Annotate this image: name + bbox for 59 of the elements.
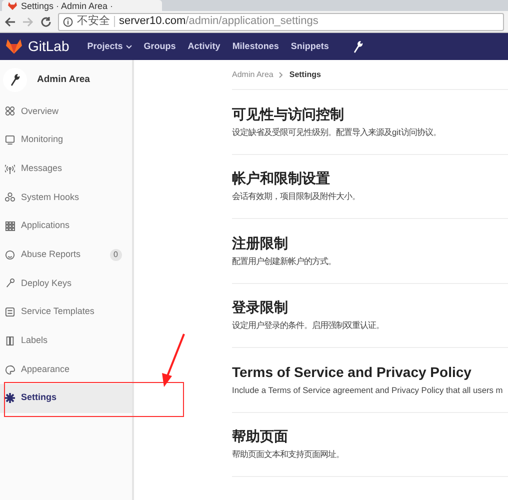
sidebar-item[interactable]: Service Templates <box>0 298 132 326</box>
broadcast-icon <box>5 164 15 174</box>
section-description: Include a Terms of Service agreement and Privacy Policy that all users m <box>232 384 504 396</box>
sidebar-item[interactable]: System Hooks <box>0 183 132 212</box>
brand-name[interactable]: GitLab <box>28 36 70 57</box>
fox-logo-icon <box>6 39 22 54</box>
grid-icon <box>5 106 15 116</box>
chevron-icon <box>279 72 284 78</box>
sidebar-item[interactable]: Labels <box>0 326 132 356</box>
section-description: 帮助页面文本和支持页面网址。 <box>232 449 345 460</box>
nav-link[interactable]: Milestones <box>232 40 279 54</box>
info-icon <box>63 16 73 26</box>
section-description: 会话有效期，项目限制及附件大小。 <box>232 191 361 202</box>
nav-link[interactable]: Activity <box>188 40 220 54</box>
security-label: 不安全 <box>77 14 110 30</box>
sidebar-item[interactable]: Appearance <box>0 355 132 384</box>
section-title: Terms of Service and Privacy Policy <box>232 364 472 380</box>
monitor-icon <box>5 135 15 146</box>
nav-link[interactable]: Groups <box>144 40 176 54</box>
apps-icon <box>5 221 15 232</box>
section-title: 登录限制 <box>232 299 289 316</box>
section-title: 可见性与访问控制 <box>232 106 345 122</box>
nav-link[interactable]: Projects <box>87 40 132 54</box>
settings-icon <box>5 393 15 404</box>
fox-logo-icon <box>8 2 17 10</box>
section-description: 设定用户登录的条件。启用强制双重认证。 <box>232 320 385 332</box>
breadcrumb-link[interactable]: Settings <box>289 68 321 80</box>
sidebar-item[interactable]: Overview <box>0 97 132 126</box>
back-icon[interactable] <box>4 16 16 28</box>
sidebar-item[interactable]: Settings <box>0 384 132 413</box>
sidebar-item[interactable]: Applications <box>0 212 132 240</box>
section-description: 配置用户创建新帐户的方式。 <box>232 256 337 267</box>
section-title: 注册限制 <box>232 234 289 251</box>
url-text: server10.com/admin/application_settings <box>119 14 318 30</box>
breadcrumb-link[interactable]: Admin Area <box>232 68 274 80</box>
sidebar-title: Admin Area <box>37 72 90 87</box>
count-badge: 0 <box>110 248 122 261</box>
sidebar-item[interactable]: Deploy Keys <box>0 269 132 298</box>
palette-icon <box>5 364 15 375</box>
nav-link[interactable]: Snippets <box>290 40 329 54</box>
annotation-arrow <box>162 334 185 387</box>
face-icon <box>5 250 15 260</box>
caret-icon <box>126 44 132 48</box>
section-title: 帐户和限制设置 <box>232 170 331 186</box>
template-icon <box>5 307 15 318</box>
sidebar-item[interactable]: Abuse Reports 0 <box>0 240 132 270</box>
sidebar-item[interactable]: Messages <box>0 154 132 184</box>
wrench-icon[interactable] <box>352 40 363 52</box>
section-title: 帮助页面 <box>232 428 289 444</box>
tab-title: Settings · Admin Area · <box>21 0 114 10</box>
sidebar-item[interactable]: Monitoring <box>0 126 132 154</box>
wrench-icon <box>10 74 20 86</box>
address-bar[interactable]: 不安全 server10.com/admin/application_settings <box>58 12 504 30</box>
key-icon <box>5 278 15 288</box>
browser-tab[interactable]: Settings · Admin Area · <box>2 0 162 11</box>
hook-icon <box>5 192 15 202</box>
section-description: 设定缺省及受限可见性级别。配置导入来源及git访问协议。 <box>232 126 442 138</box>
reload-icon[interactable] <box>40 16 52 28</box>
labels-icon <box>5 336 15 346</box>
